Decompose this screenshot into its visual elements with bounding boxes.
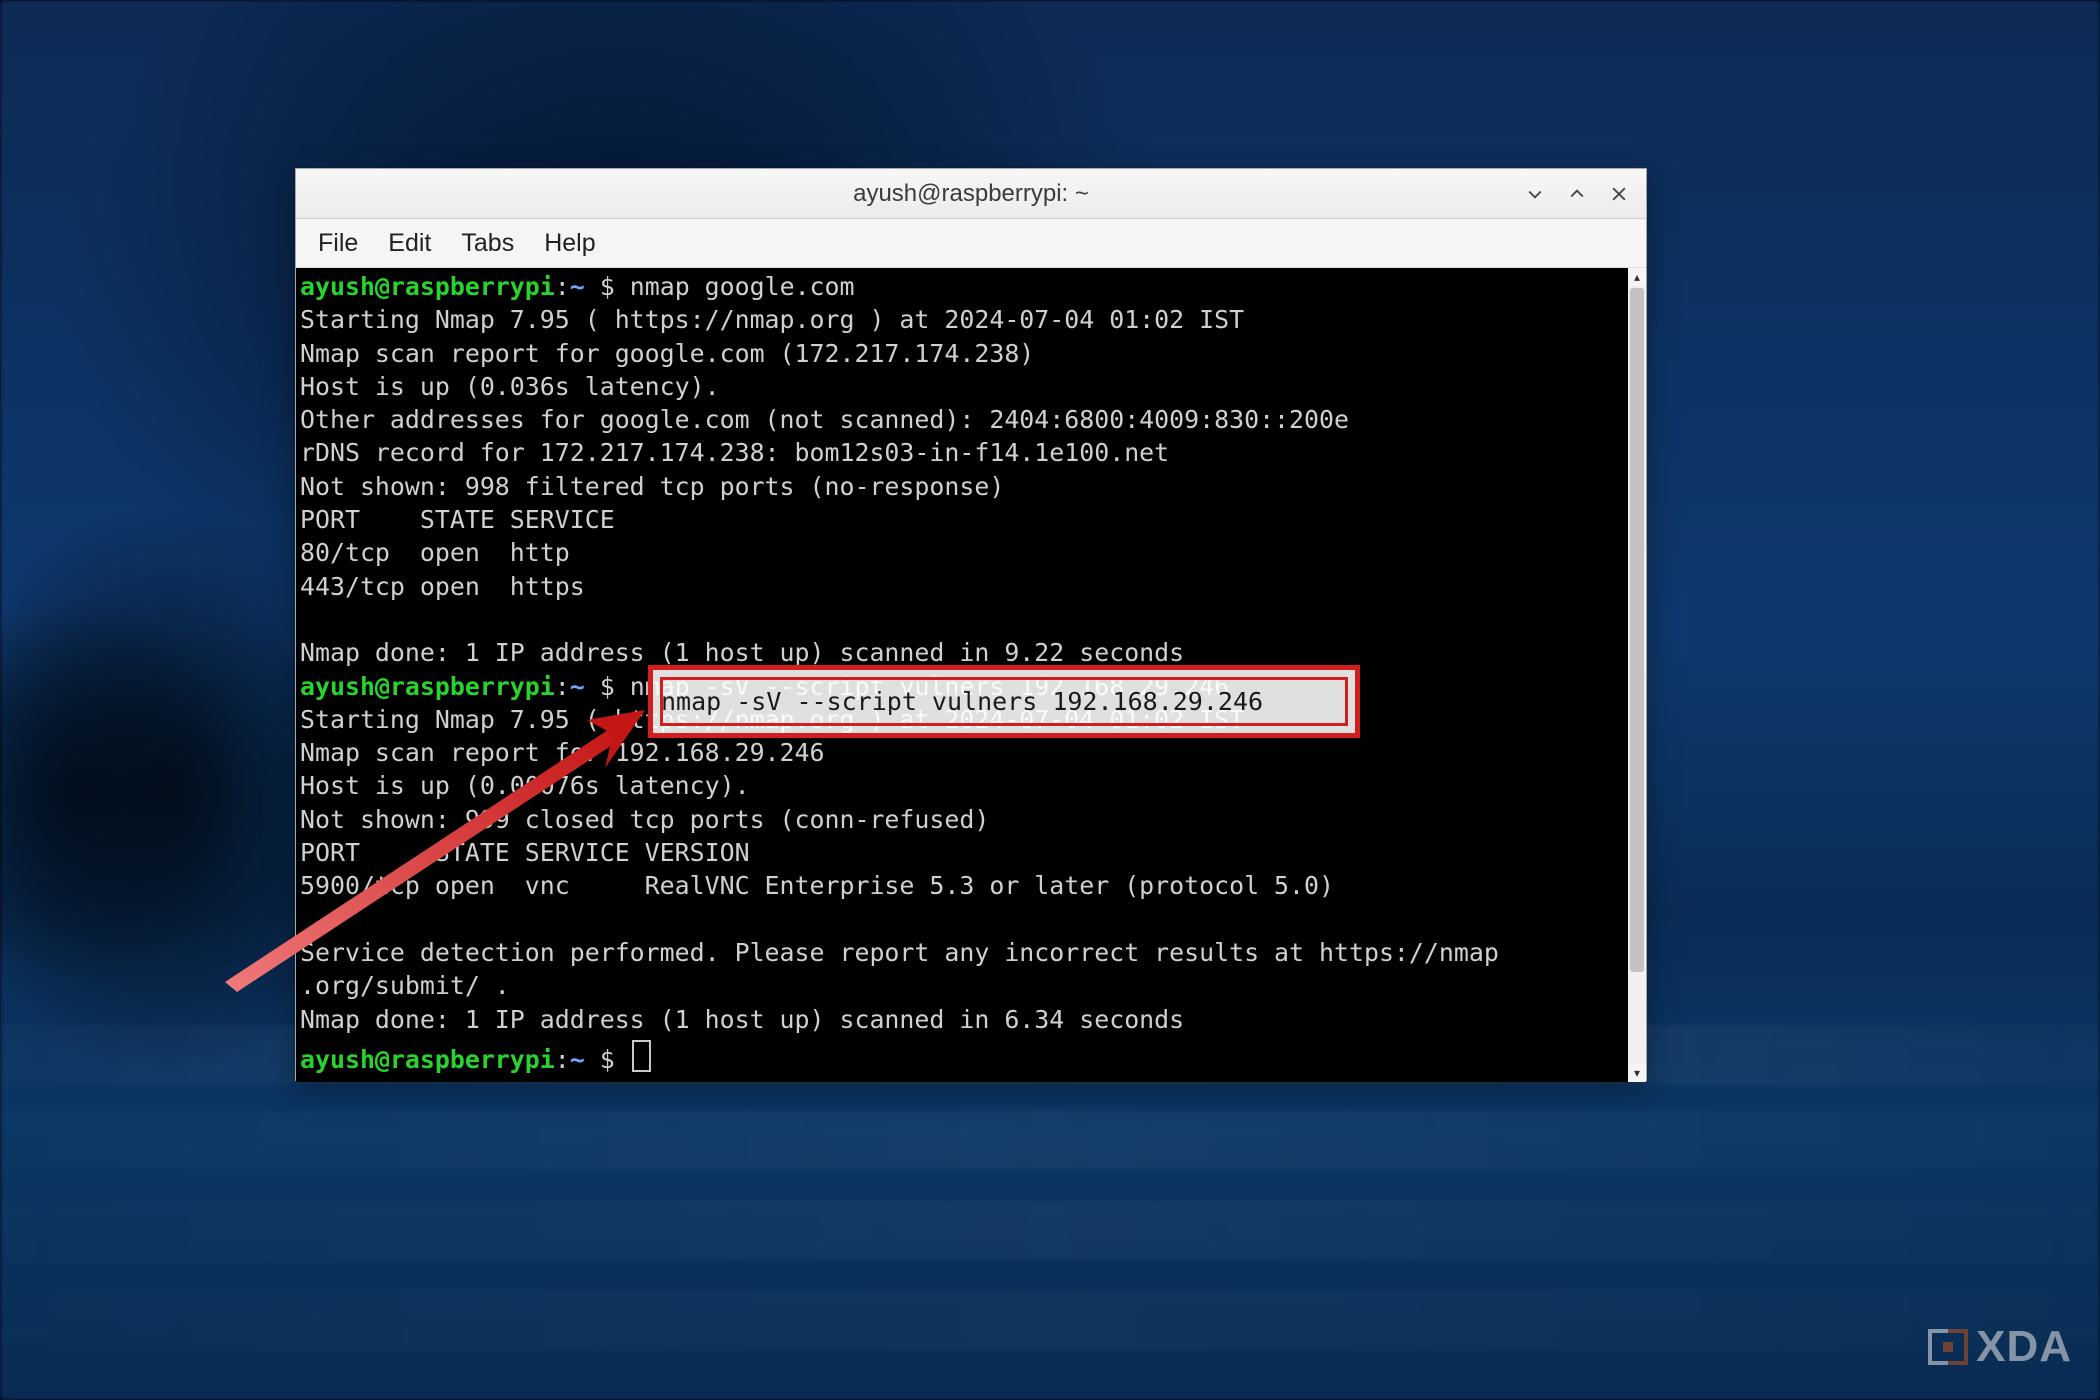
prompt-dollar: $ [585,272,630,301]
command-2: nmap -sV --script vulners 192.168.29.246 [630,672,1229,701]
output-line: Nmap done: 1 IP address (1 host up) scan… [300,638,1184,667]
menu-edit[interactable]: Edit [374,223,445,264]
output-line: 80/tcp open http [300,538,570,567]
prompt-sep: : [555,1045,570,1074]
watermark-logo: XDA [1928,1322,2072,1372]
cursor-icon [632,1040,651,1072]
output-line: rDNS record for 172.217.174.238: bom12s0… [300,438,1169,467]
output-line: Nmap scan report for google.com (172.217… [300,339,1034,368]
output-line: Nmap scan report for 192.168.29.246 [300,738,825,767]
window-title: ayush@raspberrypi: ~ [296,180,1646,208]
prompt-user-host: ayush@raspberrypi [300,1045,555,1074]
watermark-text: XDA [1976,1322,2072,1372]
command-1: nmap google.com [630,272,855,301]
output-line: Nmap done: 1 IP address (1 host up) scan… [300,1005,1184,1034]
menu-help[interactable]: Help [530,223,609,264]
output-line: Not shown: 998 filtered tcp ports (no-re… [300,472,1004,501]
prompt-user-host: ayush@raspberrypi [300,272,555,301]
prompt-user-host: ayush@raspberrypi [300,672,555,701]
menubar: File Edit Tabs Help [296,219,1646,268]
menu-tabs[interactable]: Tabs [447,223,528,264]
scroll-thumb[interactable] [1630,288,1644,972]
output-line: Starting Nmap 7.95 ( https://nmap.org ) … [300,705,1244,734]
minimize-button[interactable] [1516,175,1554,213]
output-line: Host is up (0.036s latency). [300,372,720,401]
output-line: 443/tcp open https [300,572,585,601]
prompt-dollar: $ [585,672,630,701]
output-line: Service detection performed. Please repo… [300,938,1499,967]
prompt-sep: : [555,272,570,301]
output-line: Not shown: 999 closed tcp ports (conn-re… [300,805,989,834]
menu-file[interactable]: File [304,223,372,264]
window-titlebar[interactable]: ayush@raspberrypi: ~ [296,169,1646,219]
maximize-button[interactable] [1558,175,1596,213]
prompt-dollar: $ [585,1045,630,1074]
prompt-path: ~ [570,672,585,701]
terminal-scrollbar[interactable]: ▴ ▾ [1628,268,1646,1082]
output-line: Host is up (0.00076s latency). [300,771,750,800]
prompt-path: ~ [570,1045,585,1074]
scroll-down-icon[interactable]: ▾ [1628,1064,1646,1082]
scroll-up-icon[interactable]: ▴ [1628,268,1646,286]
terminal-window: ayush@raspberrypi: ~ File Edit Tabs Help… [295,168,1647,1081]
close-button[interactable] [1600,175,1638,213]
output-line: 5900/tcp open vnc RealVNC Enterprise 5.3… [300,871,1334,900]
output-line: Other addresses for google.com (not scan… [300,405,1349,434]
prompt-path: ~ [570,272,585,301]
output-line: .org/submit/ . [300,971,510,1000]
output-line: PORT STATE SERVICE VERSION [300,838,750,867]
prompt-sep: : [555,672,570,701]
terminal-output[interactable]: ayush@raspberrypi:~ $ nmap google.com St… [296,268,1628,1082]
output-line: Starting Nmap 7.95 ( https://nmap.org ) … [300,305,1244,334]
output-line: PORT STATE SERVICE [300,505,615,534]
